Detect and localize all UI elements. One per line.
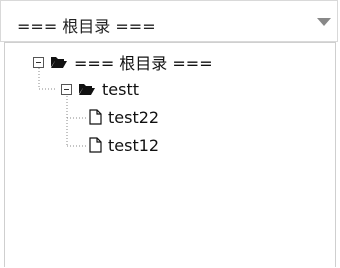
select-value: === 根目录 === xyxy=(17,17,156,36)
tree-node-label: test12 xyxy=(108,135,160,155)
tree-node-label: test22 xyxy=(108,107,160,127)
tree-node-test12[interactable]: test12 xyxy=(89,133,159,157)
tree-node-root[interactable]: === 根目录 === xyxy=(33,50,213,74)
file-icon xyxy=(89,137,102,153)
file-icon xyxy=(89,109,102,125)
tree-node-label: testt xyxy=(102,79,139,99)
caret-down-icon[interactable] xyxy=(317,18,331,26)
tree-node-label: === 根目录 === xyxy=(74,54,213,73)
tree-connector-lines xyxy=(38,68,87,147)
collapse-minus-icon[interactable] xyxy=(33,56,44,68)
collapse-minus-icon[interactable] xyxy=(61,83,72,95)
tree-node-test22[interactable]: test22 xyxy=(89,105,159,129)
tree-dropdown-panel: === 根目录 === testt test22 test12 xyxy=(4,42,336,267)
tree-node-testt[interactable]: testt xyxy=(61,77,139,101)
root-directory-select[interactable]: === 根目录 === xyxy=(0,0,338,42)
open-folder-icon xyxy=(51,57,67,68)
open-folder-icon xyxy=(79,84,95,95)
